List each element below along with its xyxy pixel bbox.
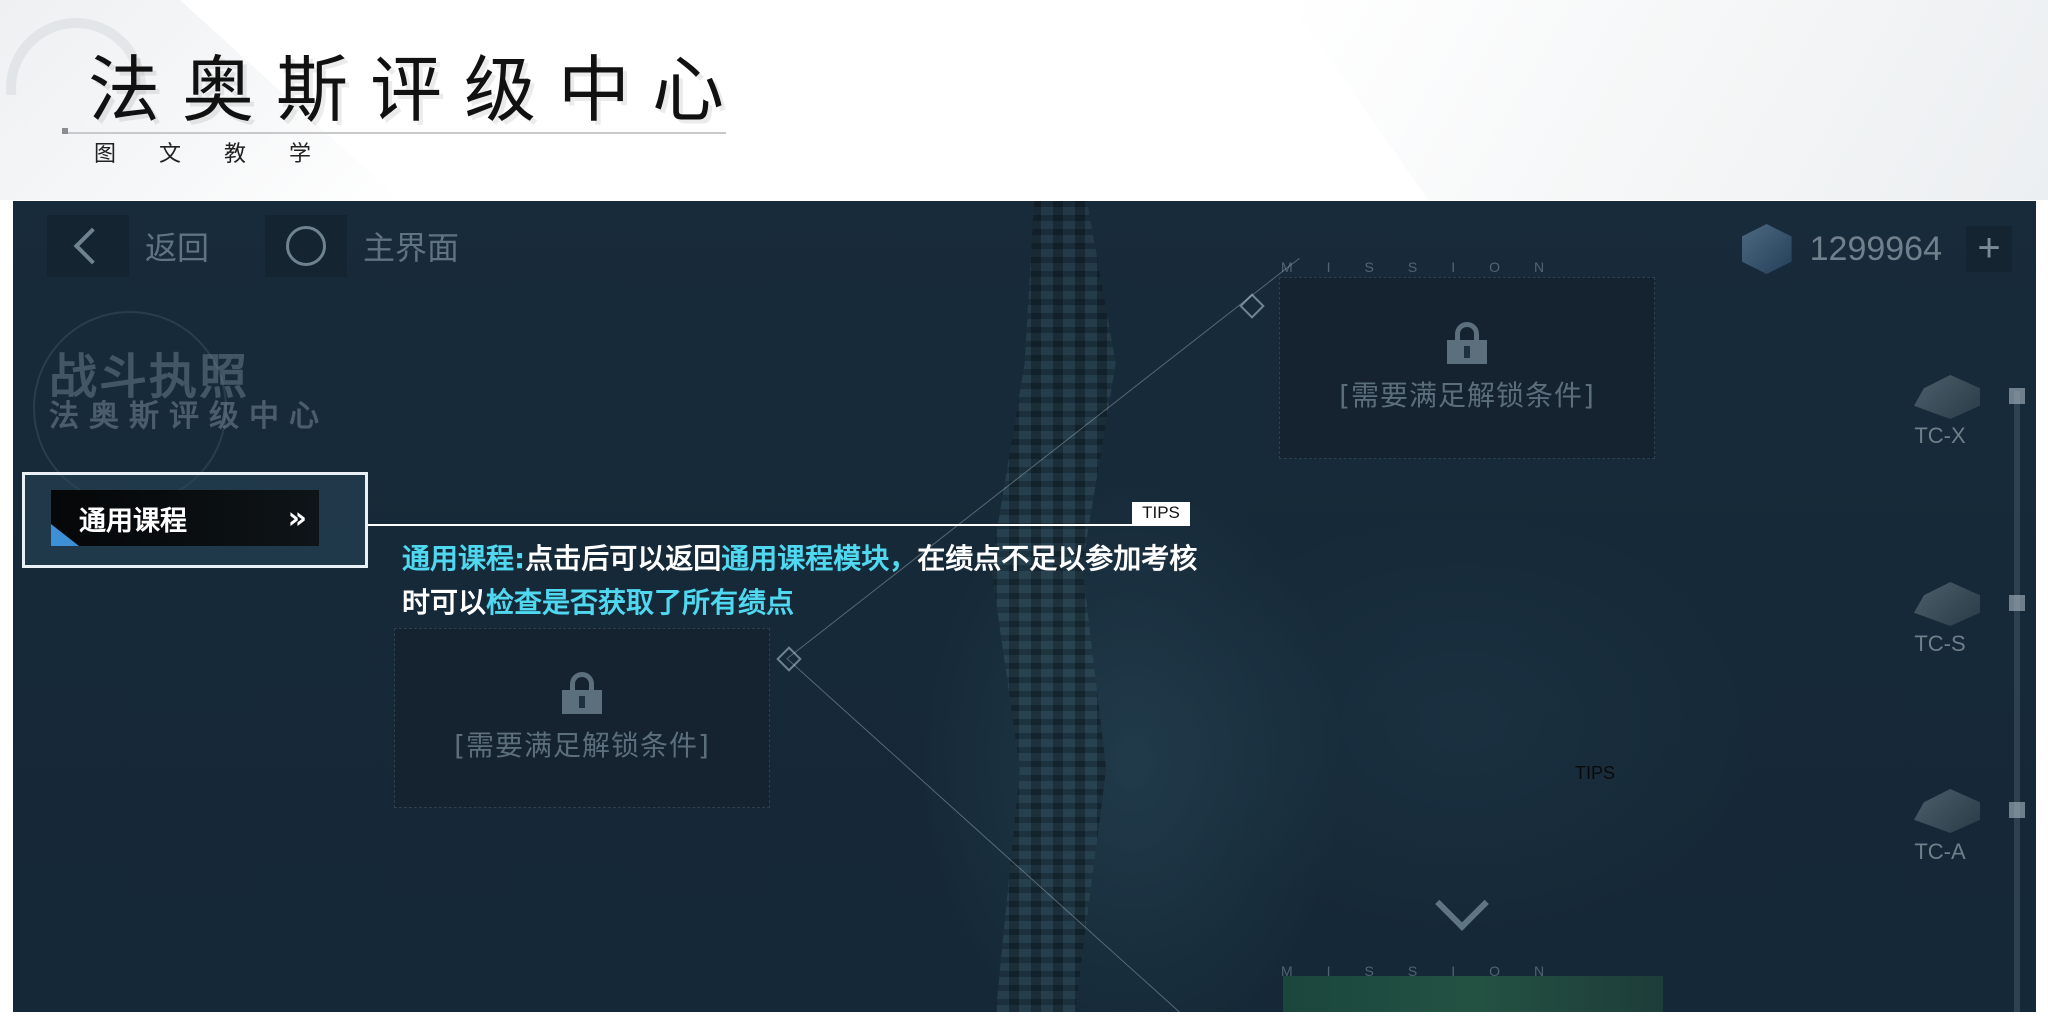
rank-tc-a-label[interactable]: TC-A	[1900, 839, 1980, 865]
tips-highlight: 通用课程:	[402, 542, 526, 575]
slide-title: 法奥斯评级中心	[88, 48, 747, 132]
tips-description: 通用课程:点击后可以返回通用课程模块，在绩点不足以参加考核时可以检查是否获取了所…	[402, 537, 1222, 625]
rank-tc-s-label[interactable]: TC-S	[1900, 631, 1980, 657]
lock-icon	[562, 672, 602, 714]
title-divider-dot	[62, 128, 68, 134]
rank-node[interactable]	[2009, 388, 2025, 404]
home-label: 主界面	[363, 229, 460, 267]
rank-scrollbar[interactable]	[2014, 391, 2020, 1012]
lock-icon	[1447, 322, 1487, 364]
game-screenshot: 返回 主界面 1299964 + 战斗执照 法奥斯评级中心 MISSION [需…	[13, 201, 2036, 1012]
tips-text-part: 点击后可以返回	[525, 542, 722, 575]
tips-tag-secondary: TIPS	[1575, 763, 1616, 783]
cube-icon	[1741, 224, 1792, 274]
circle-icon	[286, 226, 326, 266]
tips-tag: TIPS	[1132, 502, 1190, 524]
currency-value: 1299964	[1809, 229, 1942, 268]
tips-connector-line	[368, 524, 1190, 526]
rank-node[interactable]	[2009, 595, 2025, 611]
back-button-box[interactable]	[47, 215, 129, 277]
rank-tc-x-label[interactable]: TC-X	[1900, 423, 1980, 449]
home-button[interactable]: 主界面	[265, 215, 459, 277]
button-corner-accent	[51, 524, 79, 546]
locked-card-center[interactable]: [需要满足解锁条件]	[394, 628, 770, 808]
locked-card-top-right[interactable]: [需要满足解锁条件]	[1279, 277, 1655, 459]
tips-highlight: 通用课程模块，	[721, 542, 918, 575]
add-currency-button[interactable]: +	[1966, 226, 2012, 272]
rank-node[interactable]	[2009, 802, 2025, 818]
mission-card-partial[interactable]	[1283, 976, 1663, 1012]
general-course-label: 通用课程	[79, 505, 187, 537]
tips-highlight: 检查是否获取了所有绩点	[486, 586, 795, 619]
back-label: 返回	[145, 229, 210, 267]
title-divider	[64, 132, 726, 134]
page-subheading: 法奥斯评级中心	[49, 399, 329, 434]
header-decoration-right	[1288, 0, 2048, 200]
locked-card-text: [需要满足解锁条件]	[1339, 379, 1595, 412]
mission-label: MISSION	[1281, 259, 1579, 275]
general-course-button[interactable]: 通用课程 »	[51, 490, 319, 546]
back-button[interactable]: 返回	[47, 215, 209, 277]
double-chevron-right-icon: »	[287, 500, 307, 536]
slide-subtitle: 图 文 教 学	[94, 142, 329, 167]
locked-card-text: [需要满足解锁条件]	[454, 729, 710, 762]
currency-display: 1299964 +	[1741, 223, 2012, 275]
chevron-left-icon	[73, 227, 111, 265]
home-button-box[interactable]	[265, 215, 347, 277]
